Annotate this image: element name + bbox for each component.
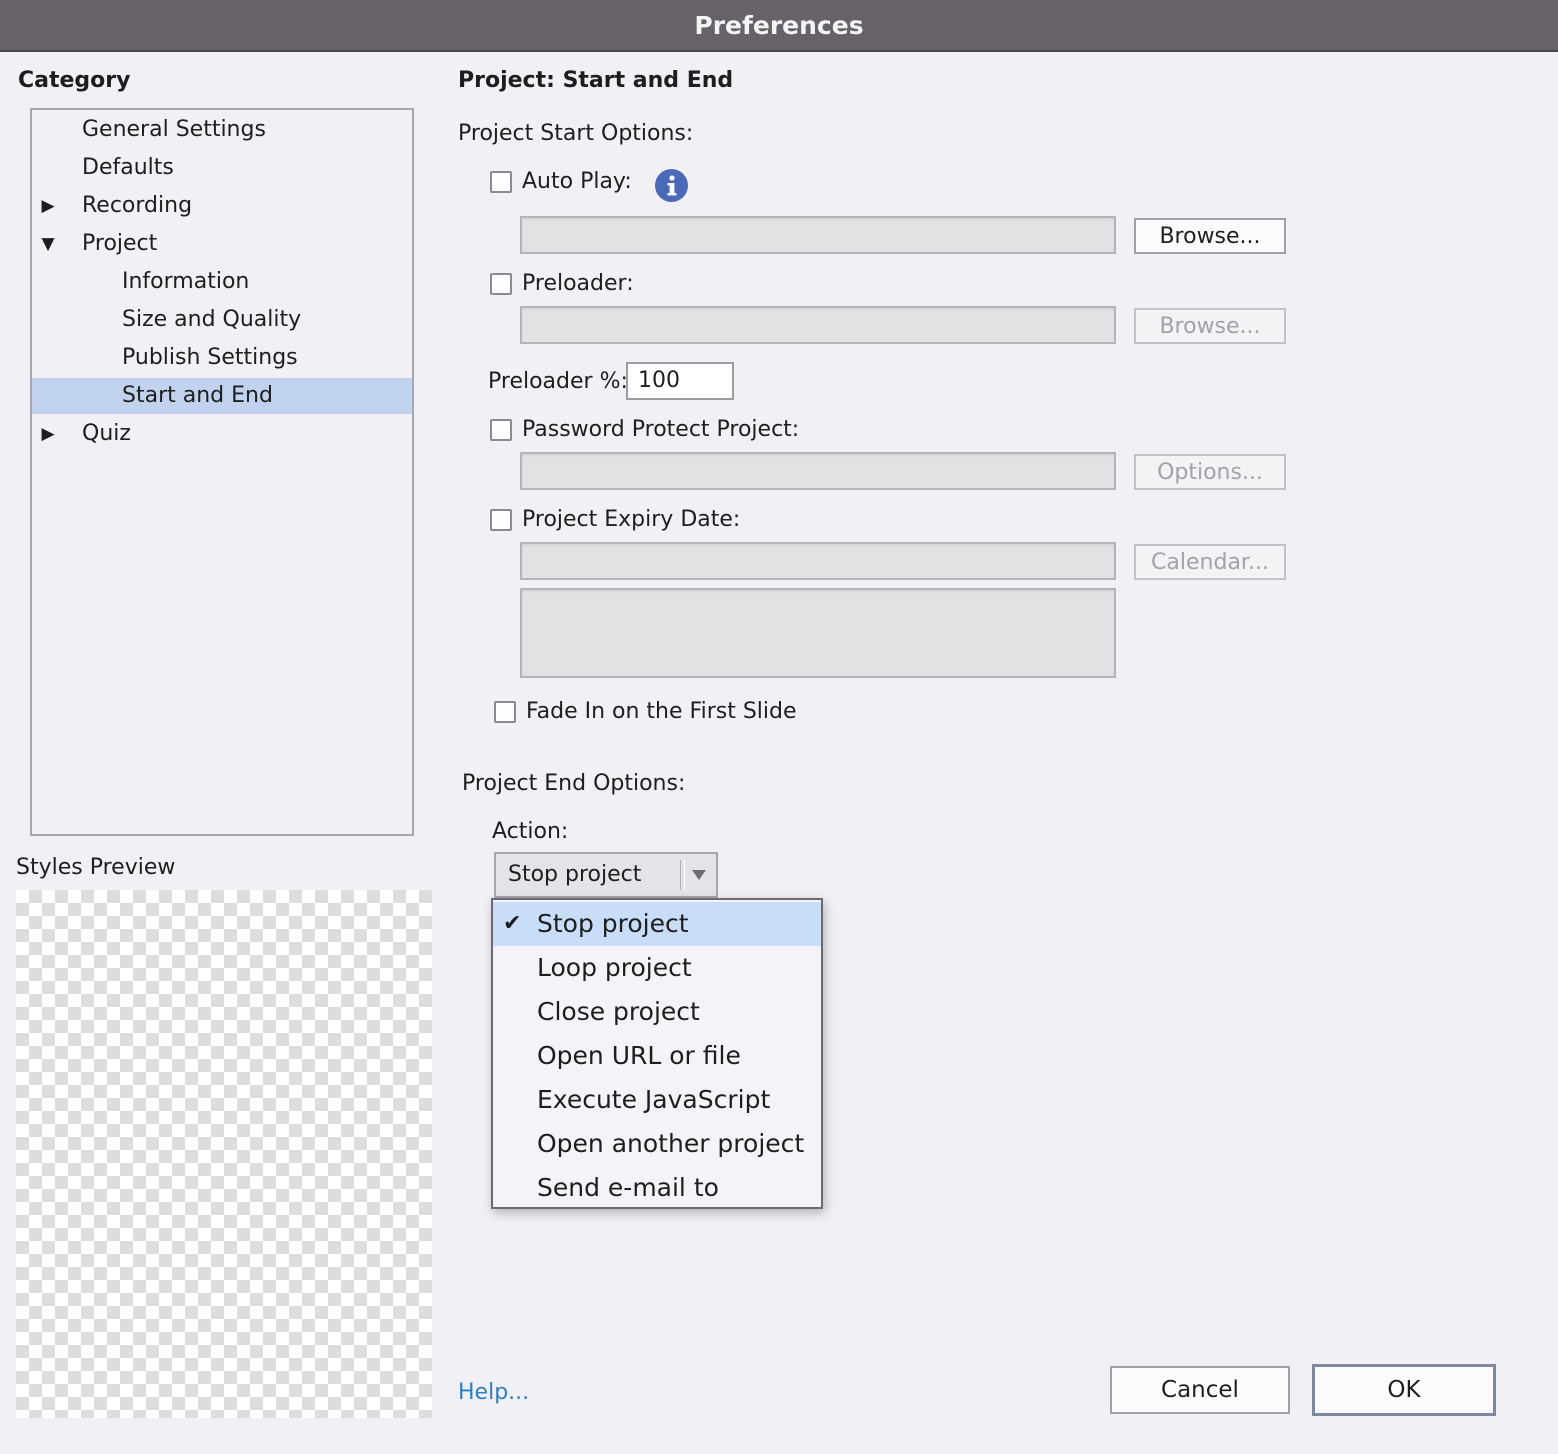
auto-play-label: Auto Play:	[522, 169, 632, 194]
category-tree[interactable]: General Settings Defaults ▶ Recording ▼ …	[30, 108, 414, 836]
tree-item-label: Defaults	[82, 155, 174, 180]
ok-button[interactable]: OK	[1312, 1364, 1496, 1416]
tree-item-information[interactable]: Information	[32, 264, 412, 300]
menu-item-label: Close project	[537, 997, 700, 1026]
fade-in-checkbox[interactable]	[494, 701, 516, 723]
expiry-calendar-button: Calendar...	[1134, 544, 1286, 580]
menu-item-label: Open another project	[537, 1129, 805, 1158]
preloader-checkbox[interactable]	[490, 273, 512, 295]
cancel-button[interactable]: Cancel	[1110, 1366, 1290, 1414]
expand-triangle-icon[interactable]: ▶	[38, 188, 58, 224]
expiry-date-label: Project Expiry Date:	[522, 507, 741, 532]
tree-item-label: Quiz	[82, 421, 131, 446]
expiry-date-field	[520, 542, 1116, 580]
menu-item-execute-javascript[interactable]: Execute JavaScript	[493, 1078, 821, 1122]
auto-play-browse-button[interactable]: Browse...	[1134, 218, 1286, 254]
tree-item-project[interactable]: ▼ Project	[32, 226, 412, 262]
tree-item-quiz[interactable]: ▶ Quiz	[32, 416, 412, 452]
action-label: Action:	[492, 819, 569, 844]
menu-item-send-email-to[interactable]: Send e-mail to	[493, 1166, 821, 1210]
tree-item-general-settings[interactable]: General Settings	[32, 112, 412, 148]
menu-item-label: Loop project	[537, 953, 692, 982]
start-options-heading: Project Start Options:	[458, 121, 694, 146]
menu-item-loop-project[interactable]: Loop project	[493, 946, 821, 990]
auto-play-path-field	[520, 216, 1116, 254]
menu-item-label: Send e-mail to	[537, 1173, 719, 1202]
tree-item-label: General Settings	[82, 117, 266, 142]
category-heading: Category	[18, 68, 131, 93]
window-titlebar: Preferences	[0, 0, 1558, 52]
panel-title: Project: Start and End	[458, 68, 734, 93]
expiry-date-checkbox[interactable]	[490, 509, 512, 531]
action-select[interactable]: Stop project	[494, 852, 718, 898]
window-title: Preferences	[694, 10, 864, 40]
chevron-down-icon[interactable]	[692, 870, 706, 880]
menu-item-open-another-project[interactable]: Open another project	[493, 1122, 821, 1166]
menu-item-open-url-or-file[interactable]: Open URL or file	[493, 1034, 821, 1078]
password-protect-checkbox[interactable]	[490, 419, 512, 441]
action-dropdown-menu[interactable]: ✔ Stop project Loop project Close projec…	[491, 898, 823, 1209]
tree-item-label: Project	[82, 231, 158, 256]
end-options-heading: Project End Options:	[462, 771, 686, 796]
expiry-message-textarea	[520, 588, 1116, 678]
menu-item-label: Open URL or file	[537, 1041, 741, 1070]
tree-item-defaults[interactable]: Defaults	[32, 150, 412, 186]
styles-preview-canvas	[16, 890, 432, 1418]
tree-item-label: Size and Quality	[122, 307, 302, 332]
password-options-button: Options...	[1134, 454, 1286, 490]
menu-item-stop-project[interactable]: ✔ Stop project	[493, 902, 821, 946]
tree-item-publish-settings[interactable]: Publish Settings	[32, 340, 412, 376]
expand-triangle-icon[interactable]: ▶	[38, 416, 58, 452]
help-link[interactable]: Help...	[458, 1380, 529, 1405]
preloader-browse-button: Browse...	[1134, 308, 1286, 344]
tree-item-size-and-quality[interactable]: Size and Quality	[32, 302, 412, 338]
menu-item-label: Stop project	[537, 909, 689, 938]
preloader-percent-input[interactable]: 100	[626, 362, 734, 400]
menu-item-close-project[interactable]: Close project	[493, 990, 821, 1034]
styles-preview-heading: Styles Preview	[16, 855, 176, 880]
info-icon[interactable]	[655, 169, 688, 202]
password-field	[520, 452, 1116, 490]
menu-item-label: Execute JavaScript	[537, 1085, 771, 1114]
tree-item-start-and-end[interactable]: Start and End	[32, 378, 412, 414]
preloader-label: Preloader:	[522, 271, 634, 296]
checkmark-icon: ✔	[503, 911, 522, 936]
select-separator	[680, 860, 685, 890]
tree-item-label: Information	[122, 269, 250, 294]
fade-in-label: Fade In on the First Slide	[526, 699, 797, 724]
collapse-triangle-icon[interactable]: ▼	[38, 226, 58, 262]
password-protect-label: Password Protect Project:	[522, 417, 800, 442]
preloader-path-field	[520, 306, 1116, 344]
preloader-percent-label: Preloader %:	[488, 369, 628, 394]
action-select-value: Stop project	[508, 862, 642, 887]
tree-item-label: Start and End	[122, 383, 273, 408]
auto-play-checkbox[interactable]	[490, 171, 512, 193]
tree-item-label: Recording	[82, 193, 193, 218]
tree-item-recording[interactable]: ▶ Recording	[32, 188, 412, 224]
tree-item-label: Publish Settings	[122, 345, 298, 370]
